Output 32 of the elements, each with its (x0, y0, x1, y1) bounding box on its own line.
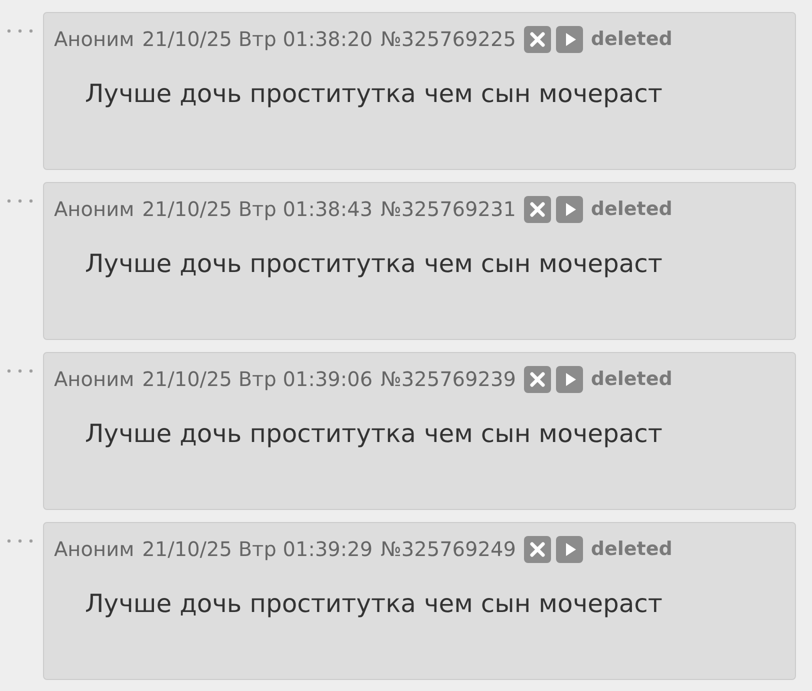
poster-name: Аноним (54, 196, 134, 223)
post-number[interactable]: №325769249 (380, 535, 516, 563)
more-dots-icon[interactable] (6, 538, 34, 544)
post-text: Лучше дочь проститутка чем сын мочераст (84, 588, 664, 620)
more-dots-icon[interactable] (6, 28, 34, 34)
status-label: deleted (590, 27, 672, 52)
post-text: Лучше дочь проститутка чем сын мочераст (84, 248, 664, 280)
status-label: deleted (590, 537, 672, 562)
play-icon[interactable] (556, 366, 583, 392)
post-date: 21/10/25 Втр 01:38:20 (142, 26, 373, 53)
more-dots-icon[interactable] (6, 368, 34, 374)
status-label: deleted (590, 197, 672, 222)
more-dots-icon[interactable] (6, 198, 34, 204)
post-date: 21/10/25 Втр 01:39:06 (142, 366, 373, 393)
post-date: 21/10/25 Втр 01:38:43 (142, 196, 373, 223)
status-label: deleted (590, 367, 672, 392)
close-icon[interactable] (524, 366, 551, 392)
close-icon[interactable] (524, 26, 551, 52)
post-number[interactable]: №325769239 (380, 365, 516, 393)
play-icon[interactable] (556, 26, 583, 52)
play-icon[interactable] (556, 536, 583, 562)
post-number[interactable]: №325769231 (380, 195, 516, 223)
poster-name: Аноним (54, 26, 134, 53)
post-number[interactable]: №325769225 (380, 25, 516, 53)
poster-name: Аноним (54, 366, 134, 393)
close-icon[interactable] (524, 196, 551, 222)
post-text: Лучше дочь проститутка чем сын мочераст (84, 418, 664, 450)
post-date: 21/10/25 Втр 01:39:29 (142, 536, 373, 563)
play-icon[interactable] (556, 196, 583, 222)
poster-name: Аноним (54, 536, 134, 563)
close-icon[interactable] (524, 536, 551, 562)
post-text: Лучше дочь проститутка чем сын мочераст (84, 78, 664, 110)
